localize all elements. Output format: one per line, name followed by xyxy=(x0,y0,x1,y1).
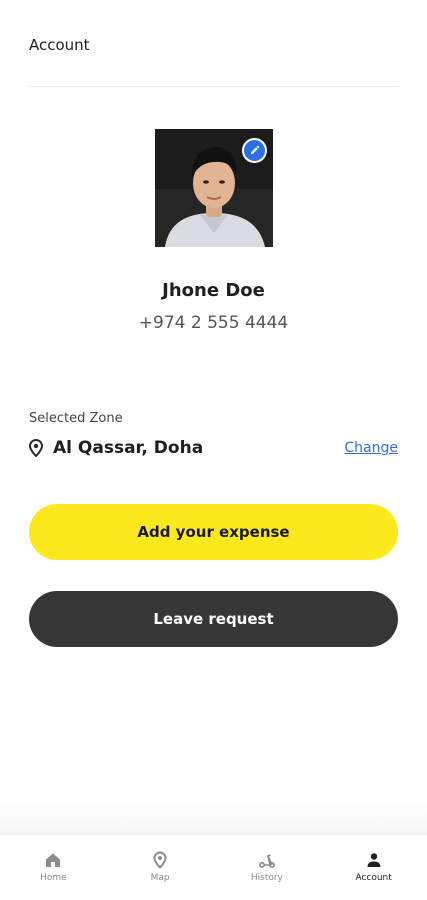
profile-avatar-container xyxy=(155,129,273,247)
bottom-tab-bar: Home Map History Account xyxy=(0,834,427,900)
change-zone-link[interactable]: Change xyxy=(344,440,398,456)
tab-home-label: Home xyxy=(40,873,67,883)
selected-zone-label: Selected Zone xyxy=(29,411,123,426)
header-divider xyxy=(29,86,398,87)
tab-account-label: Account xyxy=(355,873,392,883)
add-expense-button[interactable]: Add your expense xyxy=(29,504,398,560)
bottom-fade xyxy=(0,800,427,834)
home-icon xyxy=(46,853,61,867)
tab-history-label: History xyxy=(250,873,283,883)
tab-home[interactable]: Home xyxy=(0,835,107,900)
selected-zone-value: Al Qassar, Doha xyxy=(53,438,204,458)
selected-zone-row: Al Qassar, Doha Change xyxy=(29,436,398,460)
location-pin-icon xyxy=(29,438,47,458)
profile-phone: +974 2 555 4444 xyxy=(138,313,289,333)
edit-avatar-button[interactable] xyxy=(242,138,267,163)
scooter-icon xyxy=(258,854,275,869)
leave-request-button[interactable]: Leave request xyxy=(29,591,398,647)
person-icon xyxy=(367,853,381,867)
tab-account[interactable]: Account xyxy=(320,835,427,900)
profile-name: Jhone Doe xyxy=(162,280,265,301)
map-pin-icon xyxy=(153,851,167,869)
tab-map[interactable]: Map xyxy=(107,835,214,900)
account-screen: Account Jhone Doe +974 2 555 4444 Select… xyxy=(0,0,427,900)
page-title: Account xyxy=(29,36,90,54)
pencil-icon xyxy=(250,145,260,155)
tab-history[interactable]: History xyxy=(214,835,321,900)
tab-map-label: Map xyxy=(150,873,170,883)
